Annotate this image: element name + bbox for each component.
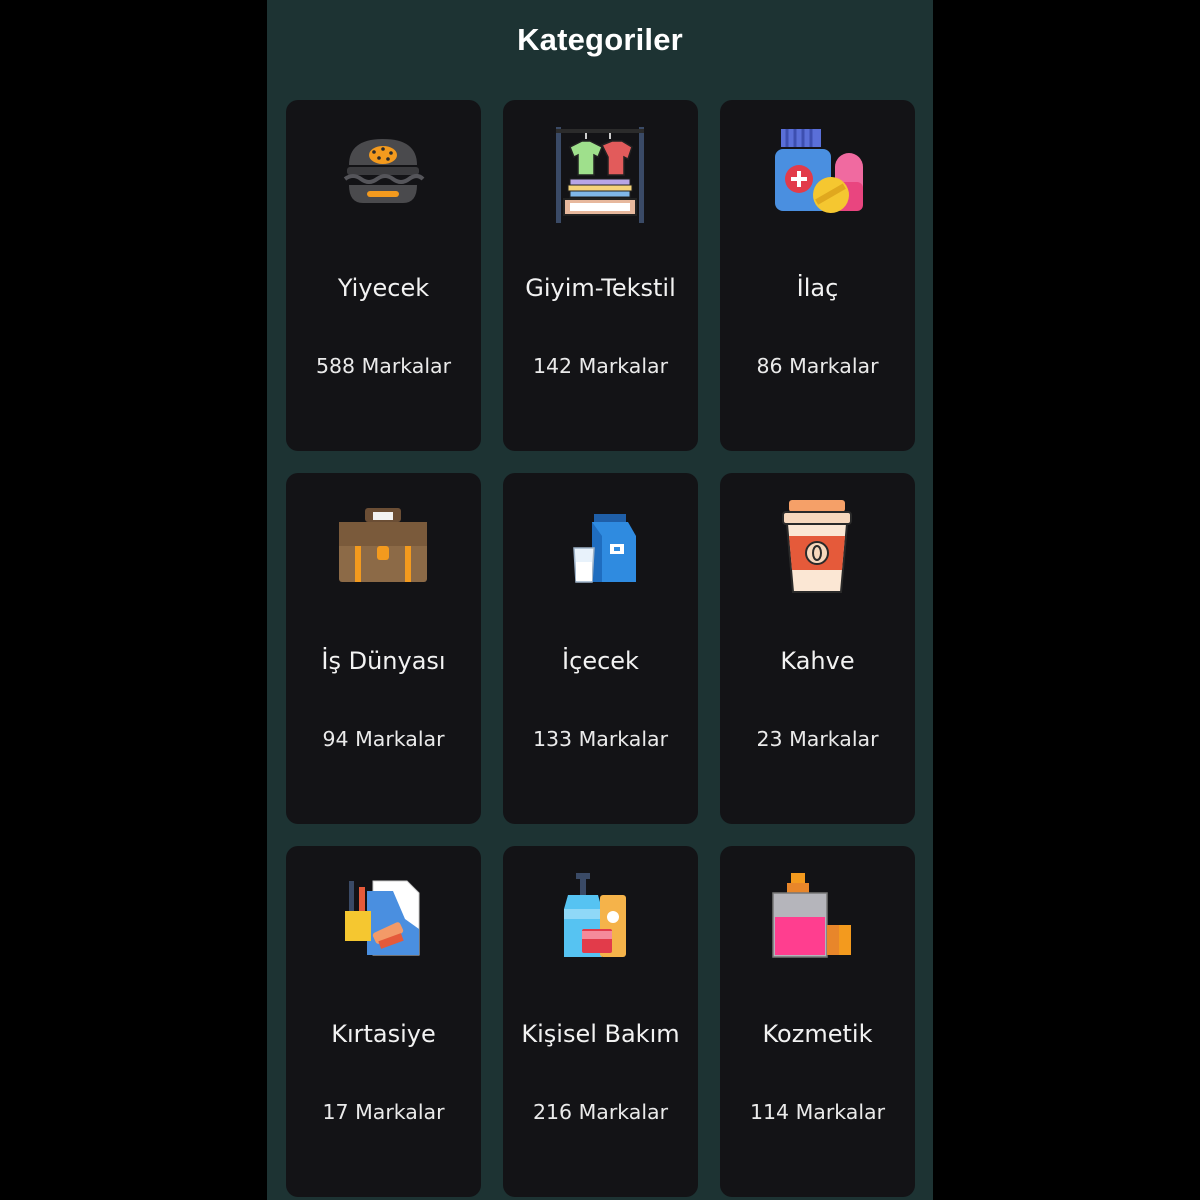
- category-grid: Yiyecek 588 Markalar Giyim-Tekstil 142 M…: [267, 0, 933, 1200]
- category-count: 216 Markalar: [532, 1100, 669, 1124]
- category-count: 588 Markalar: [315, 354, 452, 378]
- category-name: Kırtasiye: [331, 1020, 436, 1048]
- category-name: İş Dünyası: [321, 647, 446, 675]
- stationery-icon: [333, 869, 433, 969]
- category-count: 114 Markalar: [749, 1100, 886, 1124]
- category-card-yiyecek[interactable]: Yiyecek 588 Markalar: [286, 100, 481, 451]
- category-name: İçecek: [562, 647, 639, 675]
- category-name: Kişisel Bakım: [521, 1020, 680, 1048]
- category-name: İlaç: [796, 274, 839, 302]
- category-name: Giyim-Tekstil: [525, 274, 676, 302]
- category-card-kozmetik[interactable]: Kozmetik 114 Markalar: [720, 846, 915, 1197]
- category-count: 86 Markalar: [756, 354, 879, 378]
- category-count: 133 Markalar: [532, 727, 669, 751]
- category-card-icecek[interactable]: İçecek 133 Markalar: [503, 473, 698, 824]
- category-count: 94 Markalar: [322, 727, 445, 751]
- briefcase-icon: [333, 496, 433, 596]
- category-card-giyim-tekstil[interactable]: Giyim-Tekstil 142 Markalar: [503, 100, 698, 451]
- category-card-is-dunyasi[interactable]: İş Dünyası 94 Markalar: [286, 473, 481, 824]
- category-count: 17 Markalar: [322, 1100, 445, 1124]
- burger-icon: [333, 123, 433, 223]
- category-card-ilac[interactable]: İlaç 86 Markalar: [720, 100, 915, 451]
- category-count: 23 Markalar: [756, 727, 879, 751]
- coffee-cup-icon: [767, 496, 867, 596]
- personal-care-icon: [550, 869, 650, 969]
- category-card-kisisel-bakim[interactable]: Kişisel Bakım 216 Markalar: [503, 846, 698, 1197]
- category-count: 142 Markalar: [532, 354, 669, 378]
- category-name: Kahve: [780, 647, 855, 675]
- clothes-rack-icon: [550, 123, 650, 223]
- milk-carton-icon: [550, 496, 650, 596]
- categories-screen: Kategoriler Yiyecek 588 Markalar Giyim-T…: [267, 0, 933, 1200]
- category-name: Kozmetik: [762, 1020, 873, 1048]
- category-name: Yiyecek: [337, 274, 430, 302]
- category-card-kahve[interactable]: Kahve 23 Markalar: [720, 473, 915, 824]
- category-card-kirtasiye[interactable]: Kırtasiye 17 Markalar: [286, 846, 481, 1197]
- perfume-icon: [767, 869, 867, 969]
- medicine-icon: [767, 123, 867, 223]
